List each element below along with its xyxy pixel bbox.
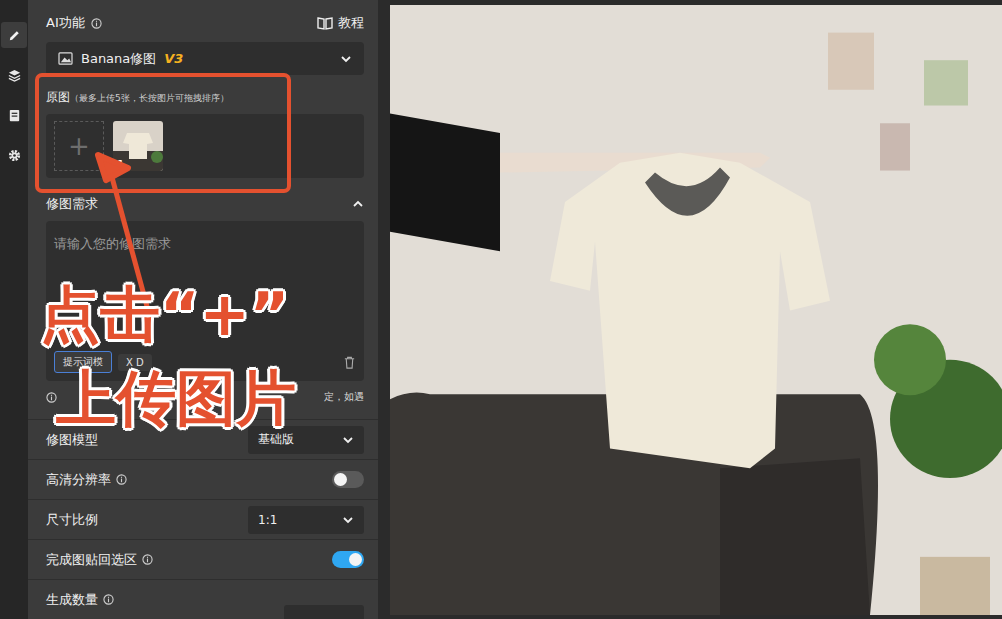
select-value: 1:1	[258, 513, 277, 527]
book-icon	[317, 16, 333, 30]
chevron-down-icon[interactable]	[340, 53, 352, 65]
ai-header: AI功能 教程	[46, 10, 364, 36]
original-section: 原图（最多上传5张，长按图片可拖拽排序） + 1	[46, 83, 364, 178]
note-text: 定，如遇	[324, 390, 364, 404]
trash-icon[interactable]	[343, 356, 356, 369]
tool-rail	[0, 0, 28, 619]
add-image-button[interactable]: +	[54, 121, 104, 171]
highlight-frame	[35, 73, 291, 193]
chevron-down-icon[interactable]	[342, 434, 354, 446]
setting-row: 高清分辨率	[28, 459, 378, 499]
requirement-title: 修图需求	[46, 195, 98, 213]
ai-label: AI功能	[46, 14, 85, 32]
gear-icon	[7, 148, 22, 163]
version-badge: V3	[164, 51, 183, 66]
setting-row: 完成图贴回选区	[28, 539, 378, 579]
info-icon[interactable]	[142, 554, 153, 565]
toggle-knob	[349, 553, 362, 566]
setting-label: 尺寸比例	[46, 511, 98, 529]
setting-label: 修图模型	[46, 431, 98, 449]
chevron-up-icon[interactable]	[352, 198, 364, 210]
annotation-line: 点击“+”	[40, 272, 296, 356]
chevron-down-icon[interactable]	[342, 514, 354, 526]
annotation-text: 点击“+”上传图片	[40, 272, 296, 440]
image-icon	[58, 52, 73, 65]
annotation-line: 上传图片	[56, 356, 296, 440]
preview-picture	[390, 5, 1002, 615]
info-icon[interactable]	[116, 474, 127, 485]
info-icon[interactable]	[91, 18, 102, 29]
pencil-icon	[7, 28, 22, 43]
upload-area: + 1	[46, 114, 364, 178]
tutorial-link[interactable]: 教程	[317, 14, 364, 32]
rail-item[interactable]	[1, 102, 27, 128]
setting-select[interactable]: 1:1	[248, 506, 364, 534]
setting-toggle[interactable]	[332, 551, 364, 568]
preview-photo	[390, 5, 1002, 615]
requirement-placeholder: 请输入您的修图需求	[54, 235, 356, 253]
info-icon[interactable]	[46, 392, 57, 403]
info-icon[interactable]	[103, 594, 114, 605]
app-window: AI功能 教程 Banana修图 V3 原图（最多上传5张，长按图片可拖拽排序）…	[0, 0, 1002, 619]
toggle-knob	[334, 473, 347, 486]
setting-row: 尺寸比例 1:1	[28, 499, 378, 539]
document-icon	[7, 108, 22, 123]
settings-panel: AI功能 教程 Banana修图 V3 原图（最多上传5张，长按图片可拖拽排序）…	[28, 0, 378, 619]
feature-select[interactable]: Banana修图 V3	[46, 42, 364, 75]
requirement-header[interactable]: 修图需求	[46, 194, 364, 214]
rail-item[interactable]	[1, 62, 27, 88]
setting-label: 生成数量	[46, 591, 98, 609]
rail-item[interactable]	[1, 22, 27, 48]
layers-icon	[7, 68, 22, 83]
select-value: 基础版	[258, 431, 294, 448]
setting-label: 高清分辨率	[46, 471, 111, 489]
original-hint: （最多上传5张，长按图片可拖拽排序）	[70, 93, 229, 103]
setting-control[interactable]	[284, 605, 364, 619]
rail-item[interactable]	[1, 142, 27, 168]
settings-list: 修图模型 基础版 高清分辨率 尺寸比例 1:1 完成图贴回选区 生成数量	[28, 419, 378, 619]
setting-toggle[interactable]	[332, 471, 364, 488]
setting-row: 生成数量	[28, 579, 378, 619]
original-title: 原图（最多上传5张，长按图片可拖拽排序）	[46, 89, 364, 106]
feature-value: Banana修图	[81, 50, 156, 68]
setting-label: 完成图贴回选区	[46, 551, 137, 569]
